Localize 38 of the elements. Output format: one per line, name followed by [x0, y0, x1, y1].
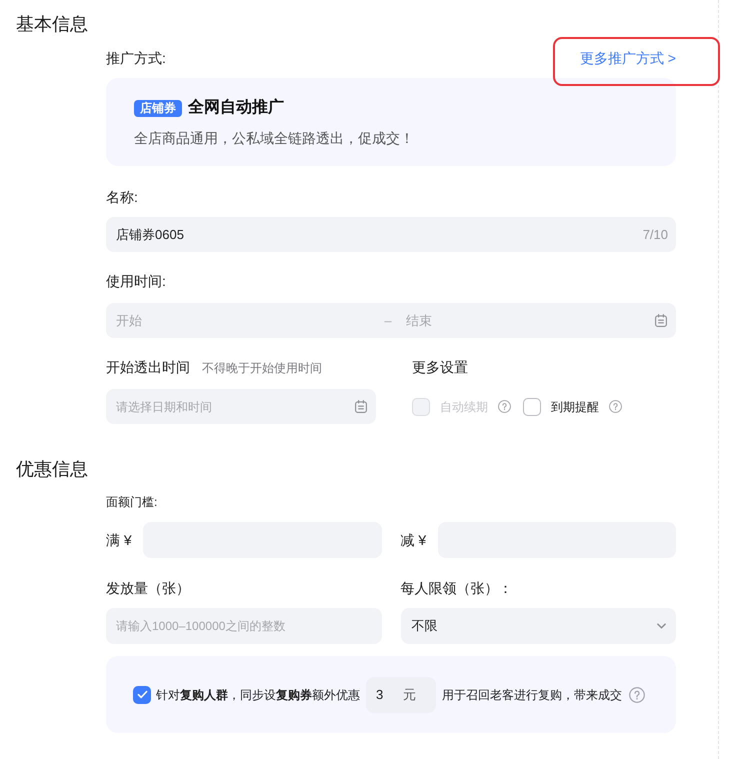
- datetime-input[interactable]: 请选择日期和时间: [106, 389, 376, 424]
- promotion-title: 全网自动推广: [188, 98, 284, 118]
- field-label: 每人限领（张）：: [400, 579, 512, 598]
- help-icon[interactable]: [629, 686, 645, 702]
- field-label: 名称:: [106, 188, 138, 207]
- start-date-input[interactable]: 开始: [116, 310, 382, 330]
- field-label: 发放量（张）: [106, 579, 190, 598]
- field-label: 开始透出时间: [106, 358, 190, 377]
- option-label: 到期提醒: [551, 398, 599, 416]
- field-label: 使用时间:: [106, 272, 166, 291]
- calendar-icon: [655, 314, 667, 327]
- more-promotion-link[interactable]: 更多推广方式 >: [580, 48, 676, 68]
- section-title: 基本信息: [16, 13, 88, 36]
- repurchase-text: 针对复购人群，同步设复购券额外优惠: [156, 686, 360, 704]
- help-icon[interactable]: [609, 400, 622, 413]
- checkbox[interactable]: [523, 398, 541, 416]
- character-counter: 7/10: [642, 226, 668, 243]
- end-date-input[interactable]: 结束: [406, 310, 655, 330]
- quantity-input[interactable]: 请输入1000–100000之间的整数: [106, 608, 382, 644]
- field-label: 面额门槛:: [106, 494, 158, 511]
- currency-prefix: 满 ¥: [106, 530, 133, 550]
- field-label: 推广方式:: [106, 49, 166, 68]
- section-title: 优惠信息: [16, 458, 88, 481]
- limit-select[interactable]: 不限: [400, 608, 676, 644]
- checkbox[interactable]: [133, 686, 151, 704]
- settings-title: 更多设置: [412, 358, 468, 377]
- coupon-badge: 店铺券: [134, 100, 182, 116]
- promotion-description: 全店商品通用，公私域全链路透出，促成交！: [134, 129, 414, 147]
- currency-prefix: 减 ¥: [400, 530, 428, 550]
- range-separator: –: [383, 312, 393, 330]
- option-label: 自动续期: [440, 398, 488, 416]
- field-hint: 不得晚于开始使用时间: [202, 360, 322, 377]
- checkmark-icon: [136, 690, 148, 699]
- repurchase-suffix-text: 用于召回老客进行复购，带来成交: [442, 686, 622, 704]
- help-icon[interactable]: [498, 400, 511, 413]
- unit-label: 元: [403, 686, 416, 704]
- chevron-down-icon: [657, 623, 666, 629]
- calendar-icon: [355, 400, 367, 413]
